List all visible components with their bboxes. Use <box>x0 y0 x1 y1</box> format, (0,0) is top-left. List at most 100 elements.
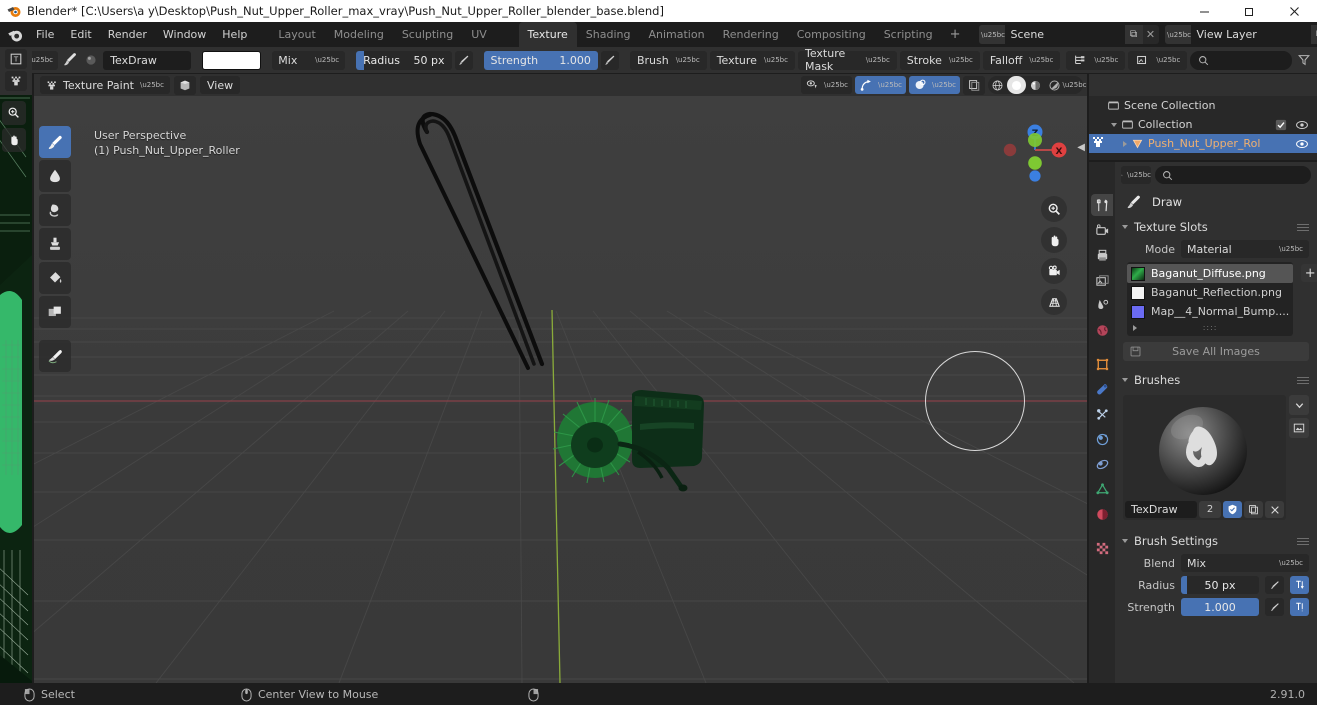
checkbox-icon[interactable] <box>1275 119 1287 131</box>
view-layer-name[interactable]: View Layer <box>1190 25 1311 44</box>
properties-tab-modifiers[interactable] <box>1091 378 1113 400</box>
panel-header-brush-settings[interactable]: Brush Settings <box>1115 530 1317 552</box>
eye-icon[interactable] <box>1295 138 1309 150</box>
properties-tab-material[interactable] <box>1091 503 1113 525</box>
brush-radius-slider[interactable]: 50 px <box>1181 576 1259 594</box>
outliner-display-mode-button[interactable]: \u25bc <box>1066 50 1126 70</box>
radius-pressure-toggle[interactable] <box>1265 576 1284 594</box>
menu-file[interactable]: File <box>28 25 62 45</box>
uv-editor-type-icon[interactable]: T <box>5 49 27 69</box>
workspace-tab-rendering[interactable]: Rendering <box>714 22 788 47</box>
outliner-search-input[interactable] <box>1190 50 1292 70</box>
chevron-down-icon[interactable] <box>1289 395 1309 415</box>
properties-tab-object[interactable] <box>1091 353 1113 375</box>
uv-paint-mode-icon[interactable] <box>5 71 27 91</box>
scene-name[interactable]: Scene <box>1004 25 1125 44</box>
viewport-overlays-popover[interactable]: \u25bc <box>909 76 960 94</box>
brush-datablock-icon[interactable] <box>82 51 100 70</box>
scene-icon[interactable]: \u25bc <box>978 25 1005 44</box>
brush-name-field[interactable]: TexDraw <box>103 50 191 70</box>
texture-slot-list-footer[interactable]: :::: <box>1127 321 1293 334</box>
outliner-row-scene-collection[interactable]: Scene Collection <box>1089 96 1317 115</box>
panel-header-brushes[interactable]: Brushes <box>1115 369 1317 391</box>
tool-draw-button[interactable] <box>39 126 71 158</box>
shield-icon[interactable] <box>1223 501 1242 518</box>
tool-annotate-button[interactable] <box>39 340 71 372</box>
strength-pressure-toggle[interactable] <box>1265 598 1284 616</box>
uv-editor-canvas[interactable] <box>0 95 32 683</box>
properties-tab-texture[interactable] <box>1091 537 1113 559</box>
workspace-tab-uv-editing[interactable]: UV Editing <box>462 22 518 67</box>
add-workspace-button[interactable]: + <box>942 22 969 47</box>
strength-unit-toggle[interactable] <box>1290 598 1309 616</box>
zoom-icon[interactable] <box>1041 196 1067 222</box>
properties-tab-world[interactable] <box>1091 319 1113 341</box>
properties-tab-particles[interactable] <box>1091 403 1113 425</box>
viewport-view-menu[interactable]: View <box>199 76 241 94</box>
browse-brush-icon[interactable] <box>1289 418 1309 438</box>
new-view-layer-button[interactable]: ⧉ <box>1310 25 1317 44</box>
outliner-filter-type-button[interactable]: \u25bc <box>1128 50 1188 70</box>
properties-tab-output[interactable] <box>1091 244 1113 266</box>
workspace-tab-layout[interactable]: Layout <box>269 22 324 47</box>
xray-toggle-button[interactable] <box>963 75 985 95</box>
workspace-tab-animation[interactable]: Animation <box>639 22 713 47</box>
uv-zoom-tool[interactable] <box>2 101 26 125</box>
properties-tab-object-data[interactable] <box>1091 478 1113 500</box>
viewport-canvas[interactable]: User Perspective (1) Push_Nut_Upper_Roll… <box>34 96 1087 683</box>
viewport-gizmo-popover[interactable]: \u25bc <box>855 76 906 94</box>
outliner-row-collection[interactable]: Collection <box>1089 115 1317 134</box>
strength-pressure-button[interactable] <box>600 50 619 70</box>
tool-fill-button[interactable] <box>39 262 71 294</box>
texture-slot-item[interactable]: Map__4_Normal_Bump.... <box>1127 302 1293 321</box>
shading-wireframe-button[interactable] <box>988 76 1007 94</box>
menu-render[interactable]: Render <box>100 25 155 45</box>
menu-window[interactable]: Window <box>155 25 214 45</box>
properties-context-icon[interactable]: \u25bc <box>1121 166 1151 184</box>
properties-tab-tool[interactable] <box>1091 194 1113 216</box>
add-texture-slot-button[interactable]: + <box>1301 264 1317 282</box>
brush-strength-slider[interactable]: 1.000 <box>1181 598 1259 616</box>
viewport-visibility-popover[interactable]: \u25bc <box>801 76 852 94</box>
menu-help[interactable]: Help <box>214 25 255 45</box>
save-all-images-button[interactable]: Save All Images <box>1123 342 1309 361</box>
maximize-button[interactable] <box>1227 0 1272 22</box>
stroke-popover[interactable]: Stroke \u25bc <box>899 50 980 70</box>
tool-mask-button[interactable] <box>39 296 71 328</box>
texture-mask-popover[interactable]: Texture Mask \u25bc <box>797 47 897 73</box>
workspace-tab-shading[interactable]: Shading <box>577 22 640 47</box>
brush-popover[interactable]: Brush \u25bc <box>629 50 707 70</box>
interaction-mode-dropdown[interactable]: Texture Paint \u25bc <box>40 76 170 94</box>
eye-icon[interactable] <box>1295 119 1309 131</box>
brush-blend-dropdown[interactable]: Mix \u25bc <box>1181 554 1309 572</box>
workspace-tab-sculpting[interactable]: Sculpting <box>393 22 462 47</box>
view-layer-icon[interactable]: \u25bc <box>1164 25 1191 44</box>
brush-preview[interactable]: TexDraw 2 <box>1123 395 1286 520</box>
brush-color-swatch[interactable] <box>201 50 262 70</box>
strength-slider[interactable]: Strength 1.000 <box>483 50 598 70</box>
texture-slot-mode-dropdown[interactable]: Material \u25bc <box>1181 240 1309 258</box>
paint-mask-toggle[interactable] <box>173 75 196 95</box>
tool-soften-button[interactable] <box>39 160 71 192</box>
pan-hand-icon[interactable] <box>1041 227 1067 253</box>
texture-slot-item[interactable]: Baganut_Diffuse.png <box>1127 264 1294 283</box>
navigation-gizmo[interactable]: Z X <box>997 110 1073 186</box>
chevron-right-icon[interactable] <box>1123 140 1127 147</box>
shading-material-preview-button[interactable] <box>1026 76 1045 94</box>
properties-tab-constraints[interactable] <box>1091 453 1113 475</box>
workspace-tab-compositing[interactable]: Compositing <box>788 22 875 47</box>
shading-rendered-button[interactable] <box>1045 76 1064 94</box>
shading-options-chevron[interactable]: \u25bc <box>1063 76 1087 94</box>
viewport-sidebar-toggle[interactable]: ◀ <box>1077 142 1085 153</box>
camera-icon[interactable] <box>1041 258 1067 284</box>
radius-unit-toggle[interactable] <box>1290 576 1309 594</box>
tool-smear-button[interactable] <box>39 194 71 226</box>
filter-funnel-icon[interactable] <box>1295 51 1313 70</box>
shading-solid-button[interactable] <box>1007 76 1026 94</box>
copy-icon[interactable] <box>1244 501 1263 518</box>
properties-tab-scene[interactable] <box>1091 294 1113 316</box>
properties-tab-render[interactable] <box>1091 219 1113 241</box>
menu-edit[interactable]: Edit <box>62 25 99 45</box>
brush-users-count[interactable]: 2 <box>1199 501 1221 518</box>
radius-slider[interactable]: Radius 50 px <box>356 50 452 70</box>
